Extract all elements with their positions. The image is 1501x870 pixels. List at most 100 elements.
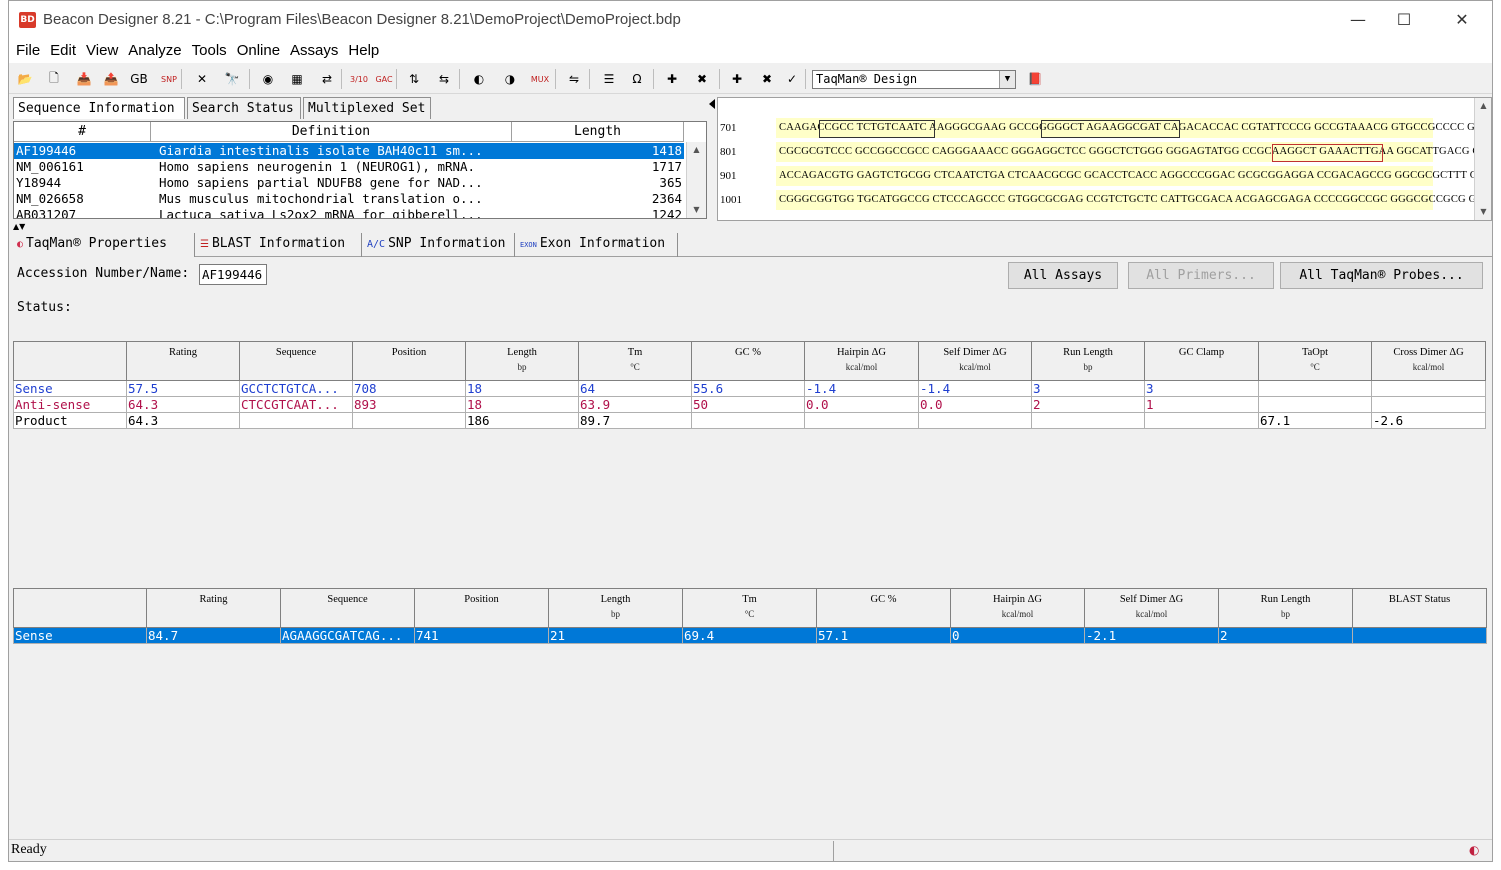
menu-online[interactable]: Online — [232, 39, 285, 63]
table-cell[interactable]: Sense — [13, 381, 127, 397]
menu-edit[interactable]: Edit — [45, 39, 81, 63]
column-header-length[interactable]: Length — [512, 122, 684, 142]
menu-help[interactable]: Help — [343, 39, 384, 63]
table-cell[interactable] — [1032, 413, 1145, 429]
column-header[interactable]: Hairpin ΔG kcal/mol — [805, 341, 919, 381]
table-cell[interactable]: -2.6 — [1372, 413, 1486, 429]
sequence-bases[interactable]: CAAGACCGCC TCTGTCAATC AAGGGCGAAG GCCGGGG… — [776, 118, 1491, 138]
column-header-definition[interactable]: Definition — [151, 122, 512, 142]
chevron-down-icon[interactable]: ▼ — [999, 71, 1015, 88]
tab-snp-information[interactable]: A/C SNP Information — [363, 233, 515, 257]
table-row[interactable]: AF199446 Giardia intestinalis isolate BAH… — [14, 143, 684, 159]
column-header[interactable] — [13, 588, 147, 628]
open-folder-icon[interactable]: 📂 — [15, 69, 35, 89]
list-icon[interactable]: ☰ — [599, 69, 619, 89]
gac-icon[interactable]: GAC — [374, 69, 394, 89]
find-icon[interactable]: 🔭 — [222, 69, 242, 89]
tab-taqman-properties[interactable]: ◐ TaqMan® Properties — [13, 233, 195, 257]
table-cell[interactable]: 3 — [1145, 381, 1259, 397]
column-header[interactable]: GC Clamp — [1145, 341, 1259, 381]
table-cell[interactable]: 57.5 — [127, 381, 240, 397]
book-icon[interactable]: 📕 — [1025, 69, 1045, 89]
column-header[interactable]: Run Length bp — [1219, 588, 1353, 628]
ratio-icon[interactable]: 3/10 — [349, 69, 369, 89]
tab-multiplexed-set[interactable]: Multiplexed Set — [303, 97, 431, 119]
table-cell[interactable]: 0.0 — [805, 397, 919, 413]
sequence-bases[interactable]: CGCGCGTCCC GCCGGCCGCC CAGGGAAACC GGGAGGC… — [776, 142, 1491, 162]
table-cell[interactable]: -1.4 — [805, 381, 919, 397]
table-cell[interactable] — [1259, 397, 1372, 413]
menu-analyze[interactable]: Analyze — [123, 39, 186, 63]
table-cell[interactable]: 741 — [415, 628, 549, 644]
menu-tools[interactable]: Tools — [187, 39, 232, 63]
table-cell[interactable]: 67.1 — [1259, 413, 1372, 429]
all-assays-button[interactable]: All Assays — [1008, 262, 1118, 289]
column-header[interactable]: Sequence — [240, 341, 353, 381]
new-document-icon[interactable]: 🗋 — [44, 69, 64, 89]
table-cell[interactable]: 21 — [549, 628, 683, 644]
close-button[interactable]: ✕ — [1439, 7, 1485, 33]
column-header[interactable]: GC % — [692, 341, 805, 381]
column-header[interactable]: Cross Dimer ΔG kcal/mol — [1372, 341, 1486, 381]
table-row[interactable]: NM_026658 Mus musculus mitochondrial tran… — [14, 191, 684, 207]
table-cell[interactable] — [1372, 381, 1486, 397]
scroll-down-icon[interactable]: ▼ — [687, 202, 706, 218]
column-header[interactable]: Rating — [147, 588, 281, 628]
multiplex-icon[interactable]: MUX — [530, 69, 550, 89]
table-cell[interactable]: 69.4 — [683, 628, 817, 644]
table-cell[interactable]: Sense — [13, 628, 147, 644]
column-header[interactable]: GC % — [817, 588, 951, 628]
table-cell[interactable] — [353, 413, 466, 429]
snp-remove-icon[interactable]: ✖ — [757, 69, 777, 89]
table-cell[interactable] — [1145, 413, 1259, 429]
vertical-splitter[interactable] — [709, 97, 715, 221]
menu-view[interactable]: View — [81, 39, 123, 63]
table-cell[interactable] — [1259, 381, 1372, 397]
table-cell[interactable]: 64.3 — [127, 413, 240, 429]
table-cell[interactable]: CTCCGTCAAT... — [240, 397, 353, 413]
column-header[interactable]: Length bp — [549, 588, 683, 628]
table-cell[interactable] — [805, 413, 919, 429]
import-icon[interactable]: 📥 — [74, 69, 94, 89]
menu-assays[interactable]: Assays — [285, 39, 343, 63]
all-taqman-probes-button[interactable]: All TaqMan® Probes... — [1280, 262, 1483, 289]
delete-icon[interactable]: ✕ — [192, 69, 212, 89]
table-cell[interactable]: 84.7 — [147, 628, 281, 644]
table-cell[interactable]: 1 — [1145, 397, 1259, 413]
column-header[interactable]: Tm °C — [579, 341, 692, 381]
omega-icon[interactable]: Ω — [627, 69, 647, 89]
column-header[interactable]: Position — [415, 588, 549, 628]
table-row[interactable]: AB031207 Lactuca sativa Ls2ox2 mRNA for g… — [14, 207, 684, 218]
table-cell[interactable]: 50 — [692, 397, 805, 413]
tab-blast-information[interactable]: ☰ BLAST Information — [196, 233, 362, 257]
all-primers-button[interactable]: All Primers... — [1128, 262, 1274, 289]
column-header[interactable]: Sequence — [281, 588, 415, 628]
table-row[interactable]: NM_006161 Homo sapiens neurogenin 1 (NEUR… — [14, 159, 684, 175]
column-header[interactable]: BLAST Status — [1353, 588, 1487, 628]
snp-icon[interactable]: SNP — [159, 69, 179, 89]
table-cell[interactable]: 18 — [466, 397, 579, 413]
menu-file[interactable]: File — [11, 39, 45, 63]
design-mode-select[interactable]: TaqMan® Design ▼ — [812, 70, 1016, 89]
tab-search-status[interactable]: Search Status — [187, 97, 301, 119]
table-cell[interactable]: -1.4 — [919, 381, 1032, 397]
table-cell[interactable]: 18 — [466, 381, 579, 397]
column-header[interactable]: Position — [353, 341, 466, 381]
design-icon[interactable]: ◉ — [258, 69, 278, 89]
table-cell[interactable]: 64 — [579, 381, 692, 397]
translate-icon[interactable]: ⇄ — [317, 69, 337, 89]
table-cell[interactable]: AGAAGGCGATCAG... — [281, 628, 415, 644]
column-header[interactable]: Self Dimer ΔG kcal/mol — [919, 341, 1032, 381]
sequence-list-scrollbar[interactable]: ▲ ▼ — [686, 142, 706, 218]
title-bar[interactable]: BD Beacon Designer 8.21 - C:\Program Fil… — [9, 1, 1492, 39]
table-cell[interactable]: 893 — [353, 397, 466, 413]
sequence-viewer-scrollbar[interactable]: ▲ ▼ — [1474, 98, 1491, 220]
column-header-number[interactable]: # — [14, 122, 151, 142]
table-cell[interactable]: 64.3 — [127, 397, 240, 413]
table-cell[interactable] — [1372, 397, 1486, 413]
table-cell[interactable]: 186 — [466, 413, 579, 429]
scroll-up-icon[interactable]: ▲ — [1475, 98, 1491, 114]
column-header[interactable]: Length bp — [466, 341, 579, 381]
column-header[interactable] — [13, 341, 127, 381]
probe-add-icon[interactable]: ◑ — [500, 69, 520, 89]
